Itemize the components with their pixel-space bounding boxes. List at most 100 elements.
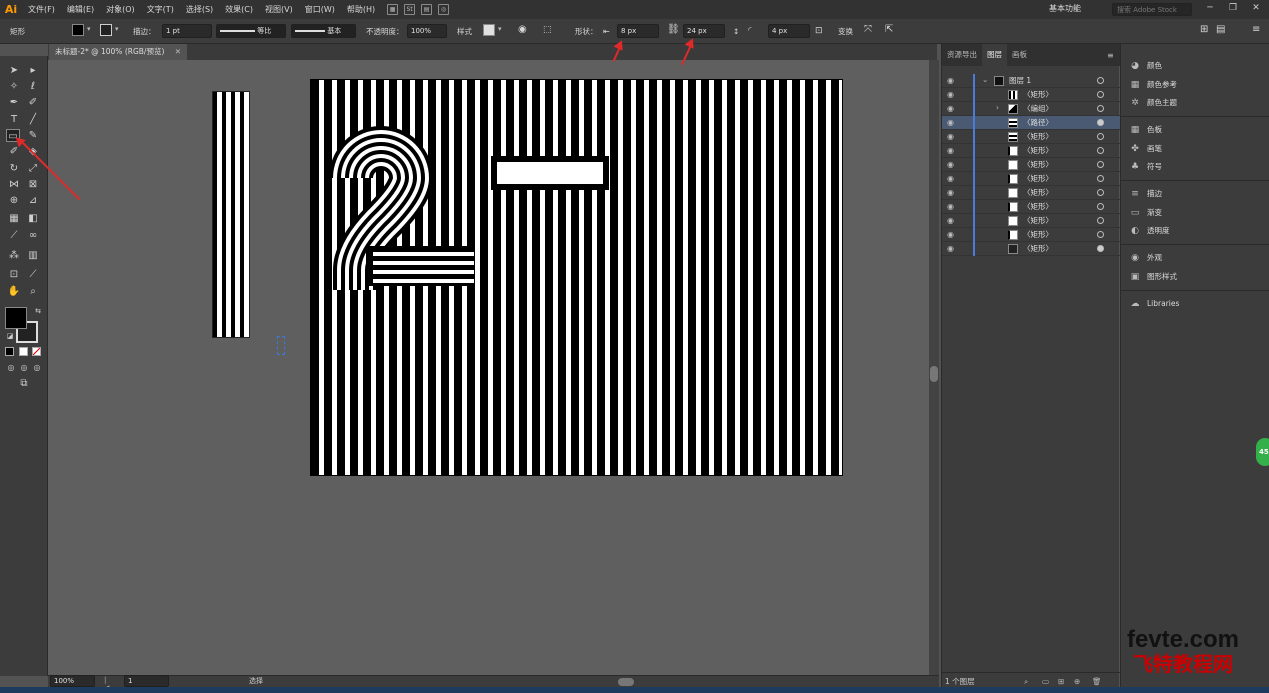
free-transform-tool-icon[interactable]: ⊠: [26, 178, 40, 191]
gpu-icon[interactable]: ◎: [438, 4, 450, 15]
gradient-tool-icon[interactable]: ◧: [26, 212, 40, 225]
blend-tool-icon[interactable]: ∞: [26, 229, 40, 242]
shape-width-field[interactable]: 8 px: [617, 24, 659, 38]
layer-row[interactable]: ◉ 〈矩形〉: [942, 172, 1120, 186]
panel-swatches[interactable]: ▦ 色板: [1129, 122, 1162, 138]
panel-appearance[interactable]: ◉ 外观: [1129, 250, 1162, 266]
brush-select[interactable]: 基本: [291, 24, 356, 38]
menu-view[interactable]: 视图(V): [259, 4, 299, 15]
transform-button[interactable]: 变换: [838, 25, 853, 38]
rotate-tool-icon[interactable]: ↻: [7, 162, 21, 175]
eyedropper-tool-icon[interactable]: ⟋: [7, 229, 21, 242]
panel-brushes[interactable]: ✤ 画笔: [1129, 141, 1162, 157]
eye-icon[interactable]: ◉: [947, 188, 954, 197]
corner-widget-icon[interactable]: ⊡: [815, 25, 823, 38]
arrange-docs-icon[interactable]: ▤: [421, 4, 433, 15]
document-setup-icon[interactable]: ▤: [1216, 23, 1225, 36]
target-icon[interactable]: [1097, 91, 1104, 98]
panel-libraries[interactable]: ☁ Libraries: [1129, 296, 1180, 312]
type-tool-icon[interactable]: T: [7, 113, 21, 126]
menu-select[interactable]: 选择(S): [180, 4, 219, 15]
layer-row[interactable]: ◉ 〈矩形〉: [942, 228, 1120, 242]
tab-asset-export[interactable]: 资源导出: [942, 44, 982, 66]
layer-row[interactable]: ◉ 〈矩形〉: [942, 186, 1120, 200]
panel-gradient[interactable]: ▭ 渐变: [1129, 205, 1162, 221]
isolate-icon[interactable]: ⤧: [864, 23, 872, 36]
selection-tool-icon[interactable]: ➤: [7, 64, 21, 77]
artboard-number-field[interactable]: 1: [124, 675, 169, 687]
hand-tool-icon[interactable]: ✋: [7, 285, 21, 298]
menu-help[interactable]: 帮助(H): [341, 4, 381, 15]
target-icon[interactable]: [1097, 245, 1104, 252]
panel-menu-icon[interactable]: ⇱: [885, 23, 893, 36]
eye-icon[interactable]: ◉: [947, 202, 954, 211]
lasso-tool-icon[interactable]: ℓ: [26, 80, 40, 93]
stock-icon[interactable]: St: [404, 4, 416, 15]
corner-type-icon[interactable]: ◜: [748, 25, 752, 38]
panel-transparency[interactable]: ◐ 透明度: [1129, 223, 1169, 239]
style-swatch[interactable]: [483, 24, 495, 36]
layer-row[interactable]: ◉ ⌄ 图层 1: [942, 74, 1120, 88]
artboard[interactable]: [310, 79, 843, 476]
horizontal-scrollbar[interactable]: [48, 675, 939, 687]
bridge-icon[interactable]: ▦: [387, 4, 399, 15]
stroke-weight-field[interactable]: 1 pt: [162, 24, 212, 38]
striped-rectangle[interactable]: [212, 91, 250, 338]
graph-tool-icon[interactable]: ▥: [26, 249, 40, 262]
restore-icon[interactable]: ❐: [1222, 0, 1244, 17]
artboard-tool-icon[interactable]: ⊡: [7, 268, 21, 281]
symbol-sprayer-tool-icon[interactable]: ⁂: [7, 249, 21, 262]
eye-icon[interactable]: ◉: [947, 90, 954, 99]
target-icon[interactable]: [1097, 105, 1104, 112]
chevron-right-icon[interactable]: ›: [996, 103, 999, 112]
eye-icon[interactable]: ◉: [947, 132, 954, 141]
stock-search-input[interactable]: 搜索 Adobe Stock: [1112, 3, 1192, 16]
width-tool-icon[interactable]: ⋈: [7, 178, 21, 191]
eye-icon[interactable]: ◉: [947, 76, 954, 85]
tab-artboards[interactable]: 画板: [1007, 44, 1032, 66]
target-icon[interactable]: [1097, 175, 1104, 182]
layer-row[interactable]: ◉ 〈路径〉: [942, 116, 1120, 130]
layer-row[interactable]: ◉ 〈矩形〉: [942, 242, 1120, 256]
target-icon[interactable]: [1097, 189, 1104, 196]
eye-icon[interactable]: ◉: [947, 118, 954, 127]
eye-icon[interactable]: ◉: [947, 160, 954, 169]
menu-edit[interactable]: 编辑(E): [61, 4, 100, 15]
draw-normal-icon[interactable]: ◎: [4, 361, 18, 374]
slice-tool-icon[interactable]: ⟋: [26, 268, 40, 281]
control-menu-icon[interactable]: ≡: [1252, 23, 1260, 36]
direct-selection-tool-icon[interactable]: ▸: [26, 64, 40, 77]
target-icon[interactable]: [1097, 161, 1104, 168]
curvature-tool-icon[interactable]: ✐: [26, 96, 40, 109]
layer-row[interactable]: ◉ › 〈编组〉: [942, 102, 1120, 116]
scale-tool-icon[interactable]: ⤢: [26, 162, 40, 175]
none-mode-icon[interactable]: [32, 347, 41, 356]
selected-small-rectangle[interactable]: [277, 336, 285, 355]
eye-icon[interactable]: ◉: [947, 174, 954, 183]
eye-icon[interactable]: ◉: [947, 216, 954, 225]
recolor-icon[interactable]: ◉: [518, 23, 527, 36]
scroll-thumb[interactable]: [930, 366, 938, 382]
canvas-area[interactable]: [48, 60, 929, 675]
zoom-field[interactable]: 100%: [50, 675, 95, 687]
chevron-down-icon[interactable]: ▾: [115, 25, 119, 33]
target-icon[interactable]: [1097, 133, 1104, 140]
chevron-down-icon[interactable]: ▾: [498, 25, 502, 33]
draw-inside-icon[interactable]: ◎: [30, 361, 44, 374]
vertical-scrollbar[interactable]: [929, 60, 939, 675]
panel-graphic-styles[interactable]: ▣ 图形样式: [1129, 269, 1177, 285]
minimize-icon[interactable]: ─: [1199, 0, 1221, 17]
opacity-field[interactable]: 100%: [407, 24, 447, 38]
pen-tool-icon[interactable]: ✒: [7, 96, 21, 109]
panel-color-guide[interactable]: ▦ 颜色参考: [1129, 77, 1177, 93]
stroke-profile-select[interactable]: 等比: [216, 24, 286, 38]
link-constrain-icon[interactable]: ⛓: [667, 23, 680, 36]
menu-object[interactable]: 对象(O): [100, 4, 141, 15]
swap-colors-icon[interactable]: ⇆: [31, 305, 45, 318]
scroll-thumb[interactable]: [618, 678, 634, 686]
eye-icon[interactable]: ◉: [947, 146, 954, 155]
gradient-mode-icon[interactable]: [19, 347, 28, 356]
perspective-grid-tool-icon[interactable]: ⊿: [26, 194, 40, 207]
menu-type[interactable]: 文字(T): [141, 4, 180, 15]
panel-color[interactable]: ◕ 颜色: [1129, 58, 1162, 74]
